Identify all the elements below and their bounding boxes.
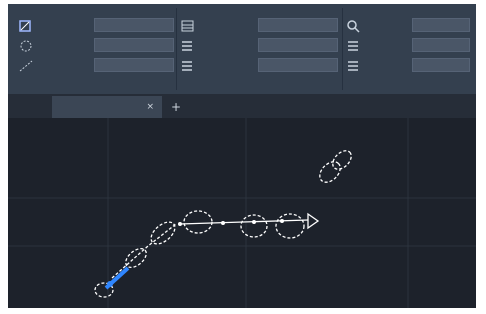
panel2-row2-field[interactable]	[258, 38, 338, 52]
panel2-row3-field[interactable]	[258, 58, 338, 72]
panel2-row3-label	[202, 58, 260, 72]
panel1-row1[interactable]	[18, 18, 174, 32]
panel1-row2-field[interactable]	[94, 38, 174, 52]
selected-handle[interactable]	[104, 266, 130, 290]
app-window: × +	[8, 4, 476, 308]
panel2-row1-label	[202, 18, 260, 32]
list-icon	[346, 58, 362, 72]
panel3-row1[interactable]	[346, 18, 472, 33]
link-ellipse	[183, 210, 213, 234]
link-ellipse	[240, 214, 268, 238]
panel1-row1-field[interactable]	[94, 18, 174, 32]
panel1-row1-label	[40, 18, 98, 32]
panel3-row1-field[interactable]	[412, 18, 470, 32]
table-icon	[180, 18, 196, 32]
panel3-row3[interactable]	[346, 58, 472, 72]
ribbon-separator	[176, 8, 177, 90]
panel2-row2[interactable]	[180, 38, 338, 52]
panel1-row2[interactable]	[18, 38, 174, 52]
ribbon	[8, 4, 476, 94]
link-ellipse	[332, 150, 352, 170]
document-tab-bar: × +	[8, 94, 476, 118]
link-ellipse	[319, 161, 341, 183]
panel2-row1-field[interactable]	[258, 18, 338, 32]
link-ellipse	[275, 213, 305, 239]
panel3-row2[interactable]	[346, 38, 472, 52]
list-icon	[346, 38, 362, 52]
panel1-row3-label	[40, 58, 98, 72]
close-icon[interactable]: ×	[146, 96, 154, 118]
tab-drawing[interactable]: ×	[52, 96, 162, 118]
panel2-row1[interactable]	[180, 18, 338, 32]
list-icon	[180, 38, 196, 52]
ribbon-separator	[342, 8, 343, 90]
panel2-row2-label	[202, 38, 260, 52]
ribbon-panel-3	[346, 8, 472, 90]
panel3-row3-field[interactable]	[412, 58, 470, 72]
panel1-row2-label	[40, 38, 98, 52]
search-icon	[346, 18, 362, 33]
drawing-canvas[interactable]	[8, 118, 476, 308]
panel2-row3[interactable]	[180, 58, 338, 72]
rotate-icon	[18, 38, 34, 52]
panel3-row2-field[interactable]	[412, 38, 470, 52]
scale-icon	[18, 58, 34, 72]
axis-icon	[18, 18, 34, 32]
panel1-row3-field[interactable]	[94, 58, 174, 72]
list-icon	[180, 58, 196, 72]
add-tab-icon[interactable]: +	[168, 96, 184, 118]
drawing-svg	[8, 118, 476, 308]
ribbon-panel-2	[180, 8, 338, 90]
panel1-row3[interactable]	[18, 58, 174, 72]
ribbon-panel-1	[18, 8, 174, 90]
